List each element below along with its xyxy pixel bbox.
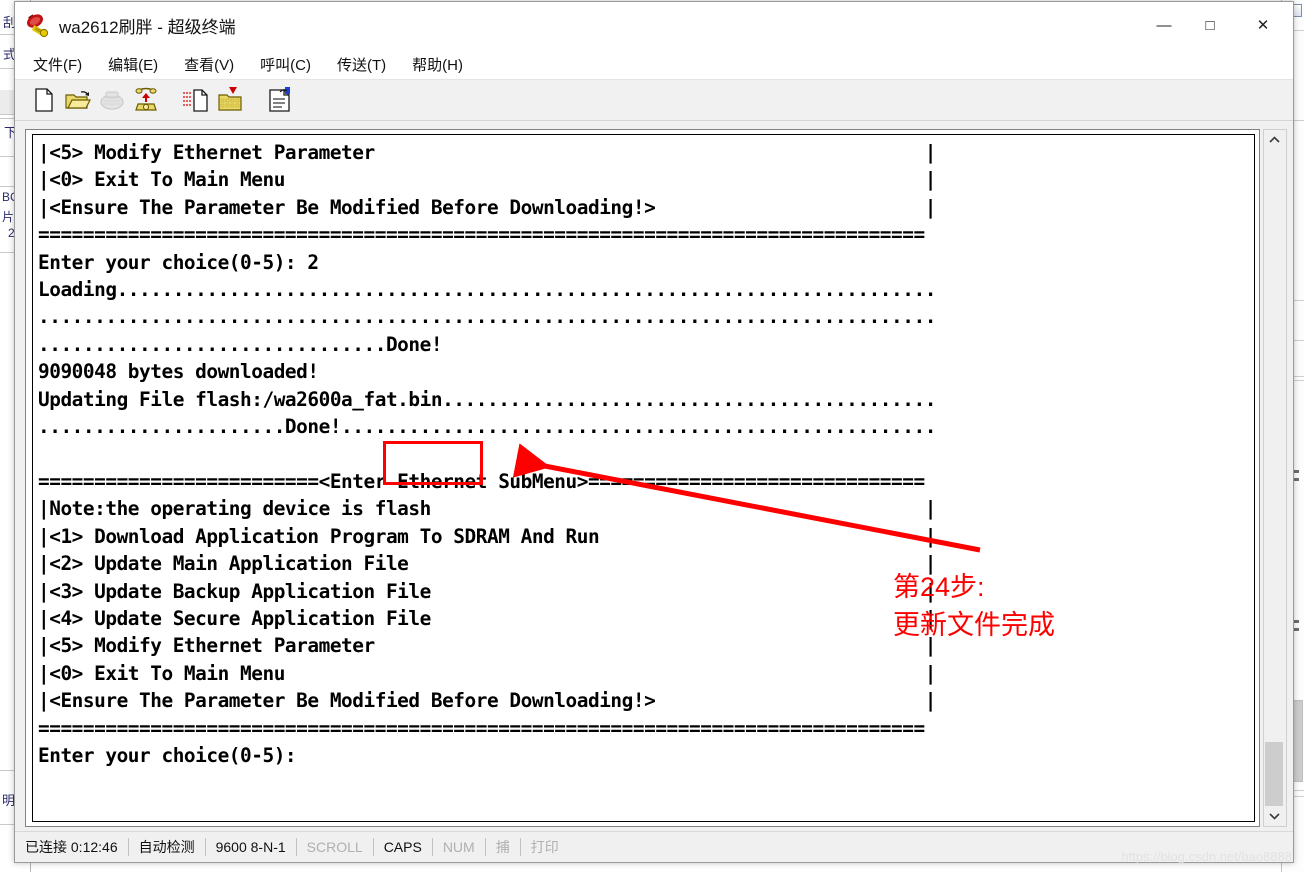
window-controls: — □ ✕ — [1141, 2, 1293, 48]
menu-help[interactable]: 帮助(H) — [412, 54, 463, 75]
status-scroll: SCROLL — [306, 839, 363, 855]
open-folder-icon[interactable] — [63, 86, 93, 114]
window-title: wa2612刷胖 - 超级终端 — [59, 17, 236, 37]
menu-call[interactable]: 呼叫(C) — [260, 54, 311, 75]
scroll-down-button[interactable] — [1264, 806, 1284, 826]
chevron-down-icon — [1268, 813, 1280, 820]
minimize-button[interactable]: — — [1141, 2, 1187, 48]
close-button[interactable]: ✕ — [1233, 2, 1293, 48]
menu-bar: 文件(F) 编辑(E) 查看(V) 呼叫(C) 传送(T) 帮助(H) — [15, 49, 1293, 79]
terminal-client-area: |<5> Modify Ethernet Parameter | |<0> Ex… — [15, 121, 1293, 831]
properties-icon[interactable] — [265, 86, 295, 114]
hyperterminal-window: wa2612刷胖 - 超级终端 — □ ✕ 文件(F) 编辑(E) 查看(V) … — [14, 1, 1294, 863]
hyperterminal-icon — [25, 12, 51, 38]
menu-file[interactable]: 文件(F) — [33, 54, 82, 75]
watermark: https://blog.csdn.net/bao8888 — [1121, 849, 1292, 864]
scroll-up-button[interactable] — [1264, 130, 1284, 150]
new-document-icon[interactable] — [29, 86, 59, 114]
send-file-icon[interactable] — [181, 86, 211, 114]
status-bar: 已连接 0:12:46 自动检测 9600 8-N-1 SCROLL CAPS … — [15, 831, 1293, 862]
status-print: 打印 — [530, 839, 559, 855]
terminal-screen[interactable]: |<5> Modify Ethernet Parameter | |<0> Ex… — [32, 134, 1255, 822]
close-icon: ✕ — [1256, 16, 1270, 34]
status-capture: 捕 — [495, 839, 510, 855]
status-caps: CAPS — [383, 839, 422, 855]
receive-file-icon[interactable] — [215, 86, 245, 114]
status-connection: 已连接 0:12:46 — [25, 839, 118, 855]
status-num: NUM — [442, 839, 475, 855]
scroll-thumb[interactable] — [1265, 742, 1283, 816]
phone-hangup-icon[interactable] — [131, 86, 161, 114]
terminal-output: |<5> Modify Ethernet Parameter | |<0> Ex… — [38, 141, 936, 767]
menu-edit[interactable]: 编辑(E) — [108, 54, 158, 75]
terminal-scrollbar[interactable] — [1263, 129, 1287, 827]
chevron-up-icon — [1268, 136, 1280, 143]
status-detect: 自动检测 — [138, 839, 195, 855]
terminal-frame: |<5> Modify Ethernet Parameter | |<0> Ex… — [25, 129, 1260, 827]
phone-dial-icon — [97, 86, 127, 114]
status-serial: 9600 8-N-1 — [215, 839, 286, 855]
menu-transfer[interactable]: 传送(T) — [337, 54, 386, 75]
tool-bar — [15, 79, 1293, 121]
menu-view[interactable]: 查看(V) — [184, 54, 234, 75]
maximize-button[interactable]: □ — [1187, 2, 1233, 48]
title-bar[interactable]: wa2612刷胖 - 超级终端 — □ ✕ — [15, 2, 1293, 49]
maximize-icon: □ — [1205, 16, 1215, 34]
minimize-icon: — — [1156, 16, 1172, 34]
